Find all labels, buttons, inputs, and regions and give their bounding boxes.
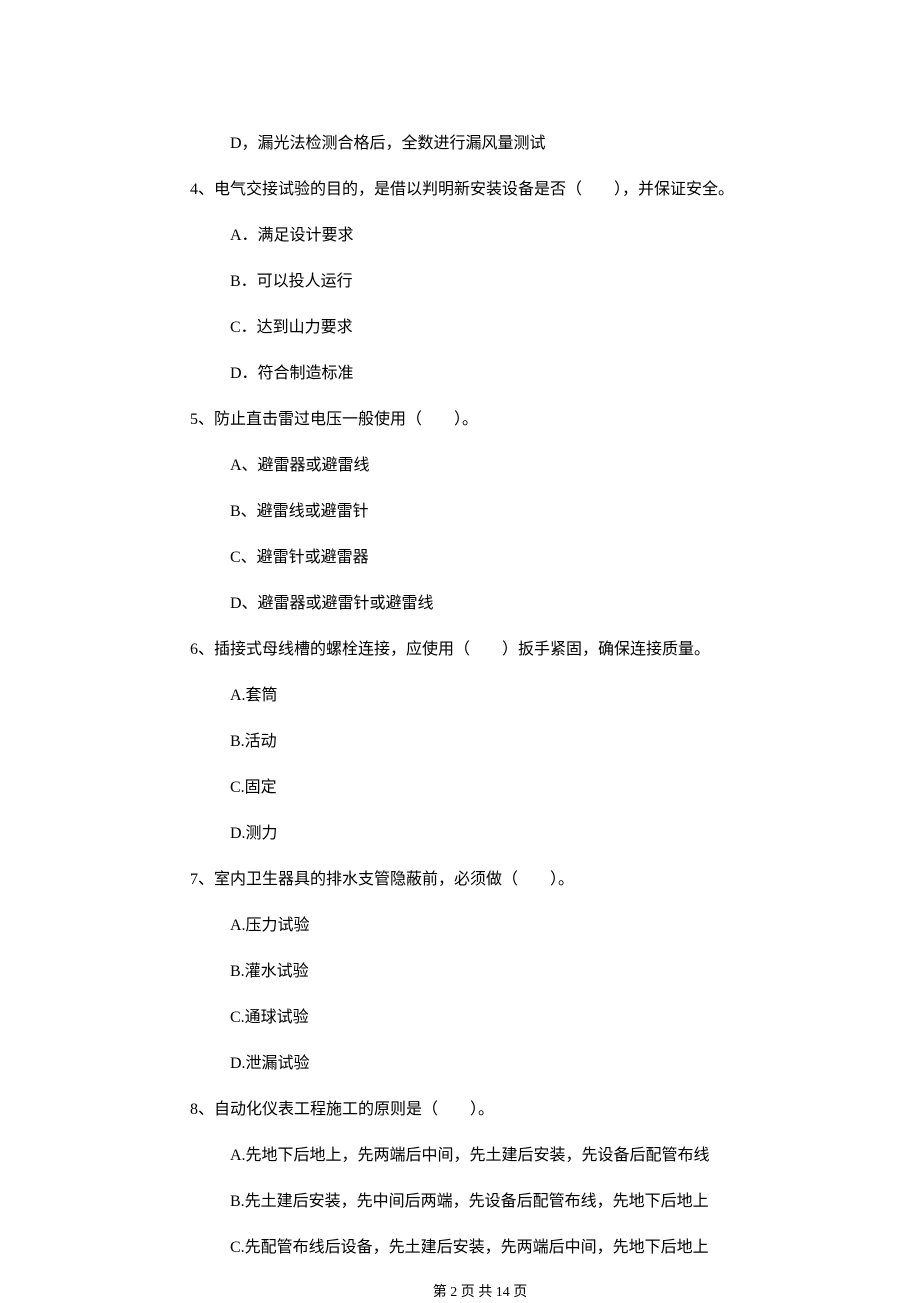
q6-option-a: A.套筒 [230, 684, 770, 708]
q5-text: 5、防止直击雷过电压一般使用（ ）。 [190, 408, 770, 432]
q8-option-c: C.先配管布线后设备，先土建后安装，先两端后中间，先地下后地上 [230, 1236, 770, 1260]
q7-text: 7、室内卫生器具的排水支管隐蔽前，必须做（ ）。 [190, 868, 770, 892]
q4-option-b: B．可以投人运行 [230, 270, 770, 294]
q5-option-d: D、避雷器或避雷针或避雷线 [230, 592, 770, 616]
q5-option-c: C、避雷针或避雷器 [230, 546, 770, 570]
q7-option-b: B.灌水试验 [230, 960, 770, 984]
q6-text: 6、插接式母线槽的螺栓连接，应使用（ ）扳手紧固，确保连接质量。 [190, 638, 770, 662]
q8-text: 8、自动化仪表工程施工的原则是（ ）。 [190, 1098, 770, 1122]
q4-option-d: D．符合制造标准 [230, 362, 770, 386]
page-content: D，漏光法检测合格后，全数进行漏风量测试 4、电气交接试验的目的，是借以判明新安… [0, 0, 920, 1303]
q6-option-b: B.活动 [230, 730, 770, 754]
q6-option-d: D.测力 [230, 822, 770, 846]
q4-option-a: A．满足设计要求 [230, 224, 770, 248]
q8-option-a: A.先地下后地上，先两端后中间，先土建后安装，先设备后配管布线 [230, 1144, 770, 1168]
q5-option-b: B、避雷线或避雷针 [230, 500, 770, 524]
q7-option-d: D.泄漏试验 [230, 1052, 770, 1076]
q5-option-a: A、避雷器或避雷线 [230, 454, 770, 478]
q4-option-c: C．达到山力要求 [230, 316, 770, 340]
q6-option-c: C.固定 [230, 776, 770, 800]
page-footer: 第 2 页 共 14 页 [190, 1282, 770, 1303]
q8-option-b: B.先土建后安装，先中间后两端，先设备后配管布线，先地下后地上 [230, 1190, 770, 1214]
q7-option-a: A.压力试验 [230, 914, 770, 938]
q7-option-c: C.通球试验 [230, 1006, 770, 1030]
q4-text: 4、电气交接试验的目的，是借以判明新安装设备是否（ ），并保证安全。 [190, 178, 770, 202]
q3-option-d: D，漏光法检测合格后，全数进行漏风量测试 [230, 132, 770, 156]
